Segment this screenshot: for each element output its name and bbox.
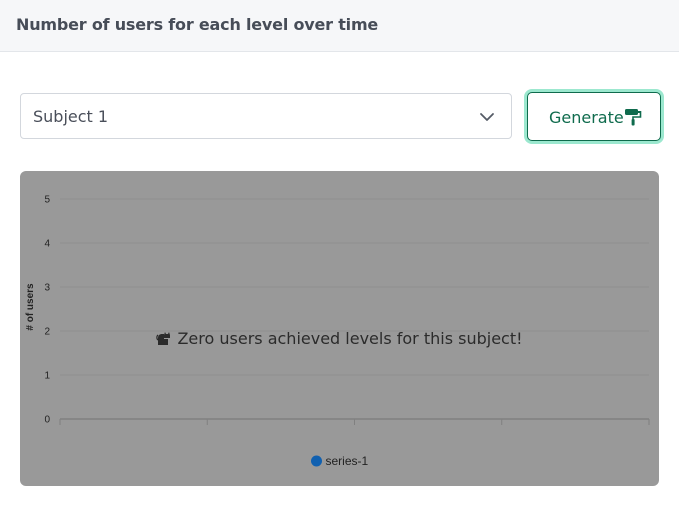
cat-icon [156, 332, 171, 345]
empty-state-text: Zero users achieved levels for this subj… [177, 329, 523, 348]
empty-state-message: Zero users achieved levels for this subj… [20, 329, 659, 348]
legend-marker[interactable] [311, 455, 322, 467]
chart-panel: 012345 # of users series-1 Zero users ac… [20, 171, 659, 486]
chart-card: Number of users for each level over time… [0, 0, 679, 526]
chart-legend[interactable]: series-1 [311, 454, 369, 468]
x-axis-ticks [59, 419, 650, 425]
y-tick-label: 5 [44, 195, 50, 206]
card-header: Number of users for each level over time [0, 0, 679, 52]
paint-roller-icon [625, 109, 642, 126]
y-axis-title: # of users [25, 283, 36, 331]
y-tick-label: 0 [44, 415, 50, 426]
generate-button[interactable]: Generate [527, 92, 661, 141]
legend-label[interactable]: series-1 [326, 454, 369, 468]
generate-button-label: Generate [549, 108, 624, 127]
y-tick-label: 3 [44, 283, 50, 294]
chart-grid [60, 198, 649, 420]
card-title: Number of users for each level over time [16, 15, 379, 34]
y-tick-label: 1 [44, 371, 50, 382]
subject-select[interactable]: Subject 1 [20, 93, 512, 139]
y-tick-label: 4 [44, 239, 50, 250]
subject-select-value: Subject 1 [33, 107, 109, 126]
y-axis-ticks: 012345 [44, 195, 50, 426]
chevron-down-icon [480, 113, 494, 121]
